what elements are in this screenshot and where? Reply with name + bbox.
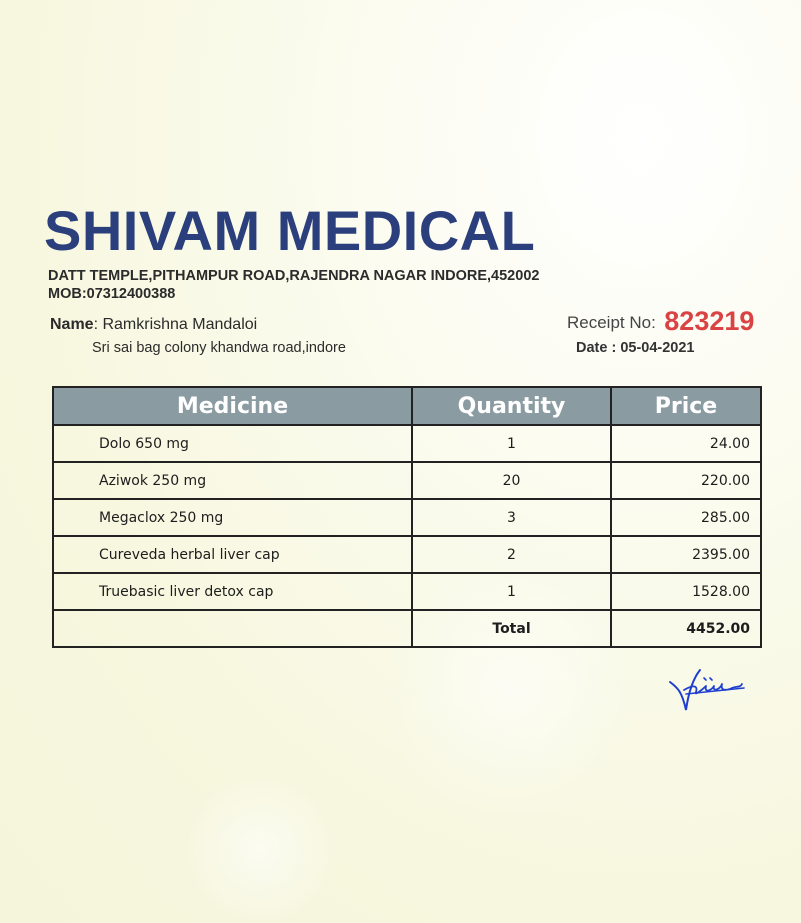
receipt-number-label: Receipt No: (567, 313, 656, 332)
receipt-number: 823219 (664, 306, 755, 336)
total-value: 4452.00 (610, 609, 762, 648)
price-cell: 24.00 (610, 424, 762, 463)
table-row: Truebasic liver detox cap 1 1528.00 (52, 572, 762, 611)
table-row: Cureveda herbal liver cap 2 2395.00 (52, 535, 762, 574)
total-label: Total (411, 609, 612, 648)
customer-name-label: Name (50, 316, 94, 333)
price-cell: 220.00 (610, 461, 762, 500)
price-cell: 285.00 (610, 498, 762, 537)
customer-name-line: Name: Ramkrishna Mandaloi (50, 316, 257, 334)
price-cell: 1528.00 (610, 572, 762, 611)
total-empty-cell (52, 609, 413, 648)
column-header-price: Price (610, 386, 762, 426)
total-row: Total 4452.00 (52, 609, 762, 648)
shop-mobile: MOB:07312400388 (48, 286, 176, 302)
signature-icon (669, 669, 745, 711)
receipt-date: Date : 05-04-2021 (576, 340, 695, 356)
medicine-cell: Aziwok 250 mg (52, 461, 413, 500)
customer-name: Ramkrishna Mandaloi (102, 316, 258, 333)
column-header-medicine: Medicine (52, 386, 413, 426)
table-row: Aziwok 250 mg 20 220.00 (52, 461, 762, 500)
medicine-cell: Cureveda herbal liver cap (52, 535, 413, 574)
quantity-cell: 2 (411, 535, 612, 574)
receipt-number-block: Receipt No: 823219 (567, 306, 754, 337)
table-row: Dolo 650 mg 1 24.00 (52, 424, 762, 463)
quantity-cell: 20 (411, 461, 612, 500)
medicine-table: Medicine Quantity Price Dolo 650 mg 1 24… (52, 386, 762, 648)
customer-address: Sri sai bag colony khandwa road,indore (92, 340, 346, 356)
medicine-cell: Dolo 650 mg (52, 424, 413, 463)
medicine-cell: Megaclox 250 mg (52, 498, 413, 537)
table-header-row: Medicine Quantity Price (52, 386, 762, 426)
shop-address: DATT TEMPLE,PITHAMPUR ROAD,RAJENDRA NAGA… (48, 268, 540, 284)
shop-name: SHIVAM MEDICAL (44, 199, 536, 262)
column-header-quantity: Quantity (411, 386, 612, 426)
quantity-cell: 1 (411, 424, 612, 463)
background-glow (170, 780, 350, 920)
table-row: Megaclox 250 mg 3 285.00 (52, 498, 762, 537)
price-cell: 2395.00 (610, 535, 762, 574)
quantity-cell: 1 (411, 572, 612, 611)
quantity-cell: 3 (411, 498, 612, 537)
medicine-cell: Truebasic liver detox cap (52, 572, 413, 611)
